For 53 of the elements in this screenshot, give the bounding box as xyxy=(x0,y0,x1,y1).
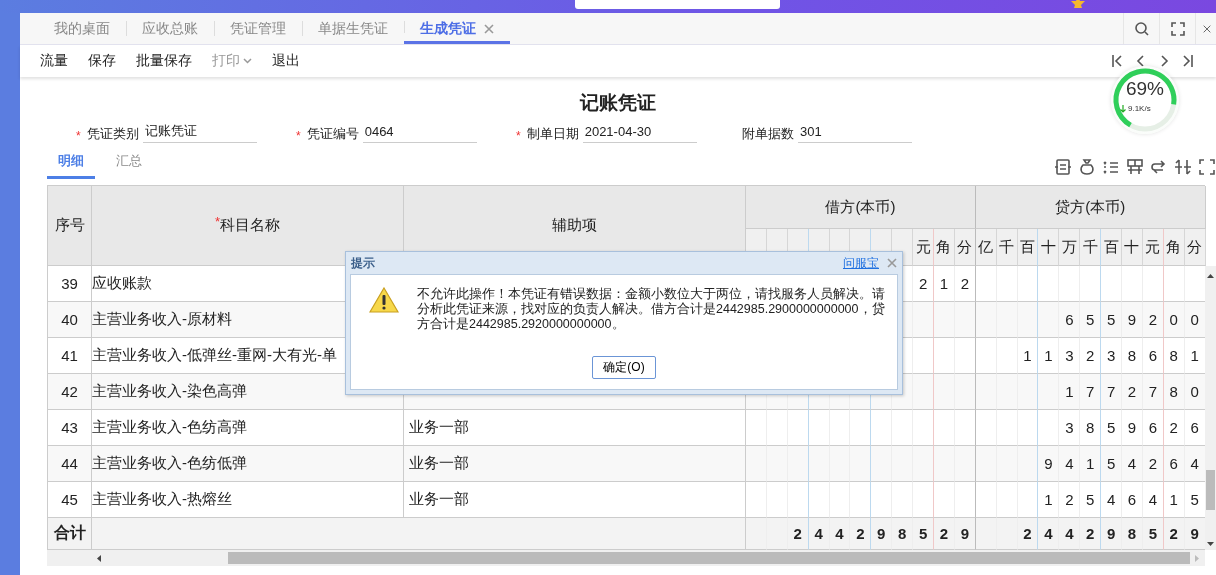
unit-header: 元 xyxy=(1142,229,1164,266)
digit-cell: 7 xyxy=(1080,374,1102,410)
required-mark: * xyxy=(76,128,81,143)
required-mark: * xyxy=(296,128,301,143)
digit-cell: 2 xyxy=(1142,302,1164,338)
digit-cell: 5 xyxy=(1101,302,1123,338)
unit-header: 角 xyxy=(1163,229,1185,266)
unit-header: 十 xyxy=(1038,229,1060,266)
digit-cell: 5 xyxy=(1080,302,1102,338)
digit-cell: 7 xyxy=(1142,374,1164,410)
speed-label: 9.1K/s xyxy=(1128,104,1151,113)
table-cell: 44 xyxy=(48,446,92,482)
unit-header: 分 xyxy=(1184,229,1206,266)
unit-header: 十 xyxy=(1122,229,1143,266)
field-label: 凭证类别 xyxy=(86,124,139,143)
unit-header: 角 xyxy=(934,229,955,266)
digit-cell: 2 xyxy=(1122,374,1143,410)
digit-cell: 1 xyxy=(1059,374,1081,410)
unit-header: 千 xyxy=(996,229,1018,266)
unit-header: 分 xyxy=(954,229,976,266)
percent-label: 69% xyxy=(1125,78,1165,100)
unit-header: 万 xyxy=(1059,229,1081,266)
required-mark: * xyxy=(214,214,221,229)
digit-cell: 6 xyxy=(1163,446,1185,482)
unit-header: 百 xyxy=(1017,229,1039,266)
field-label: 凭证编号 xyxy=(306,124,359,143)
unit-header: 亿 xyxy=(975,229,997,266)
column-title: 序号 xyxy=(54,216,85,235)
column-title: 辅助项 xyxy=(552,216,597,235)
field-label: 附单据数 xyxy=(742,124,794,143)
unit-header: 元 xyxy=(913,229,934,266)
digit-cell: 7 xyxy=(1101,374,1123,410)
digit-cell: 2 xyxy=(1142,446,1164,482)
field-label: 制单日期 xyxy=(526,124,579,143)
digit-cell: 6 xyxy=(1059,302,1081,338)
table-cell: 主营业务收入-色纺低弹 xyxy=(92,446,404,482)
digit-cell: 0 xyxy=(1163,302,1185,338)
table-cell: 42 xyxy=(48,374,92,410)
unit-header: 千 xyxy=(1080,229,1102,266)
digit-cell: 5 xyxy=(1101,446,1123,482)
required-mark: * xyxy=(516,128,521,143)
table-cell: 40 xyxy=(48,302,92,338)
digit-cell: 8 xyxy=(1163,374,1185,410)
table-cell: 业务一部 xyxy=(404,446,746,482)
digit-cell: 4 xyxy=(1122,446,1143,482)
voucher-title: 记账凭证 xyxy=(580,92,656,113)
column-title: 科目名称 xyxy=(220,216,281,235)
digit-cell: 9 xyxy=(1122,302,1143,338)
digit-cell: 4 xyxy=(1059,446,1081,482)
dialog-message: 不允许此操作！本凭证有错误数据：金额小数位大于两位，请找服务人员解决。请分析此凭证来源，找对应的负责人解决。借方合计是2442985.2900000000000，贷方合计是2442985.2920000000000。 xyxy=(417,287,886,332)
digit-cell: 1 xyxy=(1080,446,1102,482)
unit-header: 百 xyxy=(1101,229,1123,266)
digit-cell: 9 xyxy=(1038,446,1060,482)
